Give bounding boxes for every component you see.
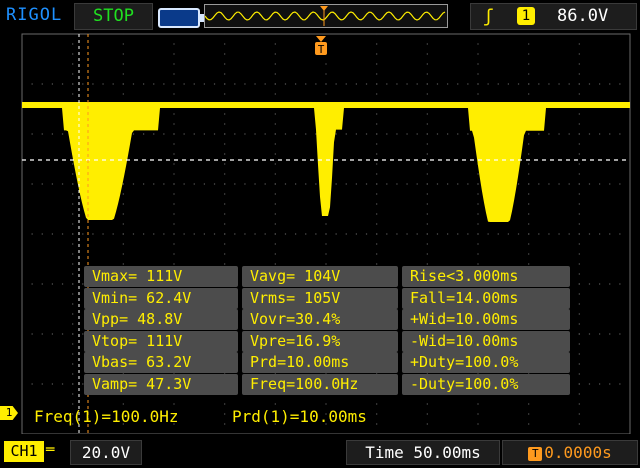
measurement-cell: Rise<3.000ms xyxy=(402,266,570,287)
measurement-cell: Vavg= 104V xyxy=(242,266,398,287)
measurement-cell: Freq=100.0Hz xyxy=(242,373,398,395)
volts-per-div[interactable]: 20.0V xyxy=(70,440,142,465)
measurement-cell: Vmin= 62.4V xyxy=(84,287,238,309)
memory-depth-overview[interactable] xyxy=(204,4,448,28)
measurement-cell: Fall=14.00ms xyxy=(402,287,570,309)
measurement-cell: Vmax= 111V xyxy=(84,266,238,287)
trigger-offset-value: 0.0000s xyxy=(544,443,612,462)
svg-text:T: T xyxy=(318,43,325,56)
rising-edge-icon: ʃ xyxy=(483,6,494,27)
measurement-cell: +Wid=10.00ms xyxy=(402,309,570,330)
period-counter: Prd(1)=10.00ms xyxy=(232,407,367,426)
memory-waveform-preview xyxy=(204,6,446,26)
dc-coupling-icon: ═ xyxy=(46,442,55,458)
measurement-cell: Vbas= 63.2V xyxy=(84,352,238,373)
measurement-cell: +Duty=100.0% xyxy=(402,352,570,373)
status-bar: RIGOL STOP ʃ 1 86.0V xyxy=(0,0,640,32)
measurement-cell: -Duty=100.0% xyxy=(402,373,570,395)
measurement-cell: Vamp= 47.3V xyxy=(84,373,238,395)
trigger-offset[interactable]: T 0.0000s xyxy=(502,440,638,465)
run-stop-status[interactable]: STOP xyxy=(74,3,153,30)
measurement-cell: Vpp= 48.8V xyxy=(84,309,238,330)
trigger-source: 1 xyxy=(517,7,535,25)
measurement-cell: Prd=10.00ms xyxy=(242,352,398,373)
trigger-level: 86.0V xyxy=(557,6,609,26)
measurement-cell: Vovr=30.4% xyxy=(242,309,398,330)
timebase[interactable]: Time 50.00ms xyxy=(346,440,500,465)
freq-counter: Freq(1)=100.0Hz xyxy=(34,407,179,426)
channel1-label[interactable]: CH1 xyxy=(4,441,44,462)
measurement-cell: Vrms= 105V xyxy=(242,287,398,309)
trigger-offset-icon: T xyxy=(528,447,543,461)
battery-icon xyxy=(158,8,204,28)
bottom-status-bar: CH1 ═ 20.0V Time 50.00ms T 0.0000s xyxy=(0,436,640,468)
measurement-cell: -Wid=10.00ms xyxy=(402,330,570,352)
brand-logo: RIGOL xyxy=(6,5,63,25)
trigger-settings[interactable]: ʃ 1 86.0V xyxy=(470,3,637,30)
measurement-cell: Vpre=16.9% xyxy=(242,330,398,352)
measurement-cell: Vtop= 111V xyxy=(84,330,238,352)
